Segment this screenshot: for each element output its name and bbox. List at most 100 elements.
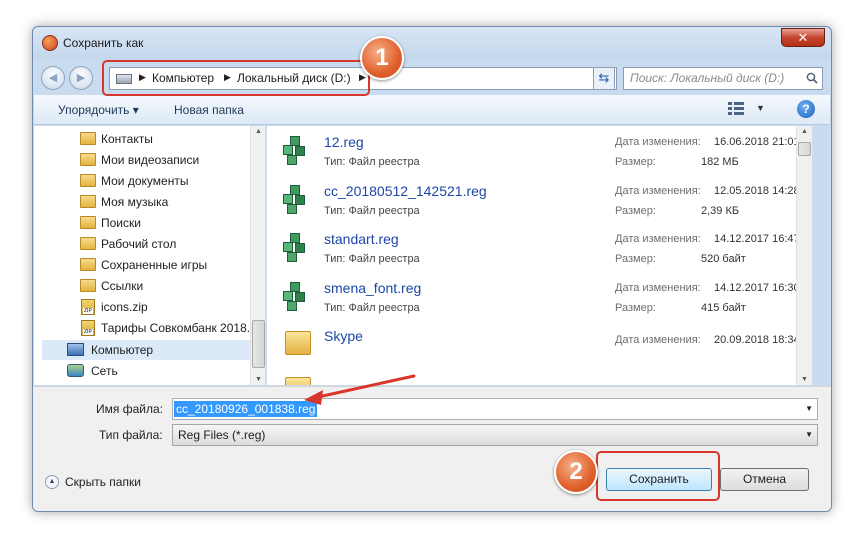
size-value: 2,39 КБ [701,205,740,217]
view-dropdown-icon[interactable]: ▼ [756,103,765,113]
file-type: Тип: Файл реестра [324,302,420,314]
registry-file-icon [281,233,309,263]
search-icon[interactable] [806,72,818,84]
size-label: Размер: [615,205,656,217]
folder-icon [80,237,96,250]
filename-input[interactable]: cc_20180926_001838.reg ▼ [172,398,818,420]
date-label: Дата изменения: [615,233,701,245]
nav-item-icons-zip[interactable]: icons.zip [34,297,256,317]
size-label: Размер: [615,156,656,168]
filetype-label: Тип файла: [99,428,163,442]
chevron-down-icon[interactable]: ▼ [805,430,813,439]
nav-item-label: Рабочий стол [101,237,177,251]
filetype-select[interactable]: Reg Files (*.reg) ▼ [172,424,818,446]
file-name[interactable]: cc_20180512_142521.reg [324,183,487,199]
save-button-highlight [596,451,720,501]
computer-icon [67,343,84,356]
date-label: Дата изменения: [615,334,701,346]
close-button[interactable]: ✕ [781,28,825,47]
nav-item-label: Сеть [91,364,118,378]
nav-item-links[interactable]: Ссылки [34,276,256,296]
view-options-icon[interactable] [728,102,744,116]
nav-item-label: Сохраненные игры [101,258,208,272]
file-name[interactable]: Skype [324,328,363,344]
network-icon [67,364,84,377]
title-bar[interactable]: Сохранить как ✕ [33,27,831,61]
organize-menu[interactable]: Упорядочить ▾ [58,103,139,117]
nav-item-label: Компьютер [91,343,154,357]
scrollbar-thumb[interactable] [798,142,811,156]
nav-item-videos[interactable]: Мои видеозаписи [34,150,256,170]
nav-item-searches[interactable]: Поиски [34,213,256,233]
registry-file-icon [281,185,309,215]
scrollbar-thumb[interactable] [252,320,265,368]
scroll-down-icon[interactable]: ▼ [251,376,265,383]
registry-file-icon [281,282,309,312]
date-value: 12.05.2018 14:28 [714,185,800,197]
cancel-button[interactable]: Отмена [720,468,809,491]
nav-item-contacts[interactable]: Контакты [34,129,256,149]
scroll-up-icon[interactable]: ▲ [797,128,812,135]
file-row-cc-20180512[interactable]: cc_20180512_142521.reg Тип: Файл реестра… [267,177,812,225]
date-label: Дата изменения: [615,282,701,294]
step-badge-1: 1 [360,36,404,80]
window-title: Сохранить как [63,36,144,50]
chevron-up-icon: ▲ [45,475,59,489]
file-type: Тип: Файл реестра [324,205,420,217]
nav-item-computer[interactable]: Компьютер [42,340,256,360]
filetype-value: Reg Files (*.reg) [178,428,266,442]
search-placeholder: Поиск: Локальный диск (D:) [630,71,785,85]
nav-scrollbar[interactable]: ▲ ▼ [250,126,265,385]
date-label: Дата изменения: [615,136,701,148]
zip-archive-icon [81,299,95,315]
new-folder-button[interactable]: Новая папка [174,103,244,117]
size-value: 415 байт [701,302,746,314]
help-icon[interactable]: ? [797,100,815,118]
search-input[interactable]: Поиск: Локальный диск (D:) [623,67,823,90]
date-value: 20.09.2018 18:34 [714,334,800,346]
nav-item-desktop[interactable]: Рабочий стол [34,234,256,254]
nav-item-music[interactable]: Моя музыка [34,192,256,212]
file-list: 12.reg Тип: Файл реестра Дата изменения:… [267,126,812,385]
nav-item-label: Моя музыка [101,195,169,209]
file-row-smena-font[interactable]: smena_font.reg Тип: Файл реестра Дата из… [267,274,812,322]
nav-item-tariffs-zip[interactable]: Тарифы Совкомбанк 2018. [34,318,256,338]
refresh-button[interactable]: ⇆ [593,67,615,90]
save-as-dialog: Сохранить как ✕ ◀ ▶ ▶ Компьютер ▶ Локаль… [32,26,832,512]
nav-item-saved-games[interactable]: Сохраненные игры [34,255,256,275]
hide-folders-label: Скрыть папки [65,475,141,489]
date-value: 14.12.2017 16:47 [714,233,800,245]
file-name[interactable]: smena_font.reg [324,280,421,296]
folder-icon [80,216,96,229]
forward-button[interactable]: ▶ [69,66,93,90]
nav-item-label: Тарифы Совкомбанк 2018. [101,321,251,335]
file-name[interactable]: standart.reg [324,231,399,247]
nav-item-label: icons.zip [101,300,148,314]
size-value: 520 байт [701,253,746,265]
nav-item-network[interactable]: Сеть [34,361,256,381]
file-row-12-reg[interactable]: 12.reg Тип: Файл реестра Дата изменения:… [267,128,812,176]
size-label: Размер: [615,253,656,265]
annotation-arrow [304,374,416,405]
file-name[interactable]: 12.reg [324,134,364,150]
date-label: Дата изменения: [615,185,701,197]
folder-icon [80,195,96,208]
chevron-down-icon[interactable]: ▼ [805,404,813,413]
filename-label: Имя файла: [96,402,163,416]
date-value: 14.12.2017 16:30 [714,282,800,294]
folder-icon [80,258,96,271]
registry-file-icon [281,136,309,166]
file-scrollbar[interactable]: ▲ ▼ [796,126,812,385]
folder-icon [80,153,96,166]
file-type: Тип: Файл реестра [324,253,420,265]
nav-item-documents[interactable]: Мои документы [34,171,256,191]
back-button[interactable]: ◀ [41,66,65,90]
file-row-skype-folder[interactable]: Skype Дата изменения: 20.09.2018 18:34 [267,322,812,370]
date-value: 16.06.2018 21:01 [714,136,800,148]
scroll-up-icon[interactable]: ▲ [251,128,265,135]
command-toolbar: Упорядочить ▾ Новая папка ▼ ? [34,95,830,125]
file-row-standart-reg[interactable]: standart.reg Тип: Файл реестра Дата изме… [267,225,812,273]
folder-icon [80,279,96,292]
scroll-down-icon[interactable]: ▼ [797,376,812,383]
folder-icon [80,174,96,187]
